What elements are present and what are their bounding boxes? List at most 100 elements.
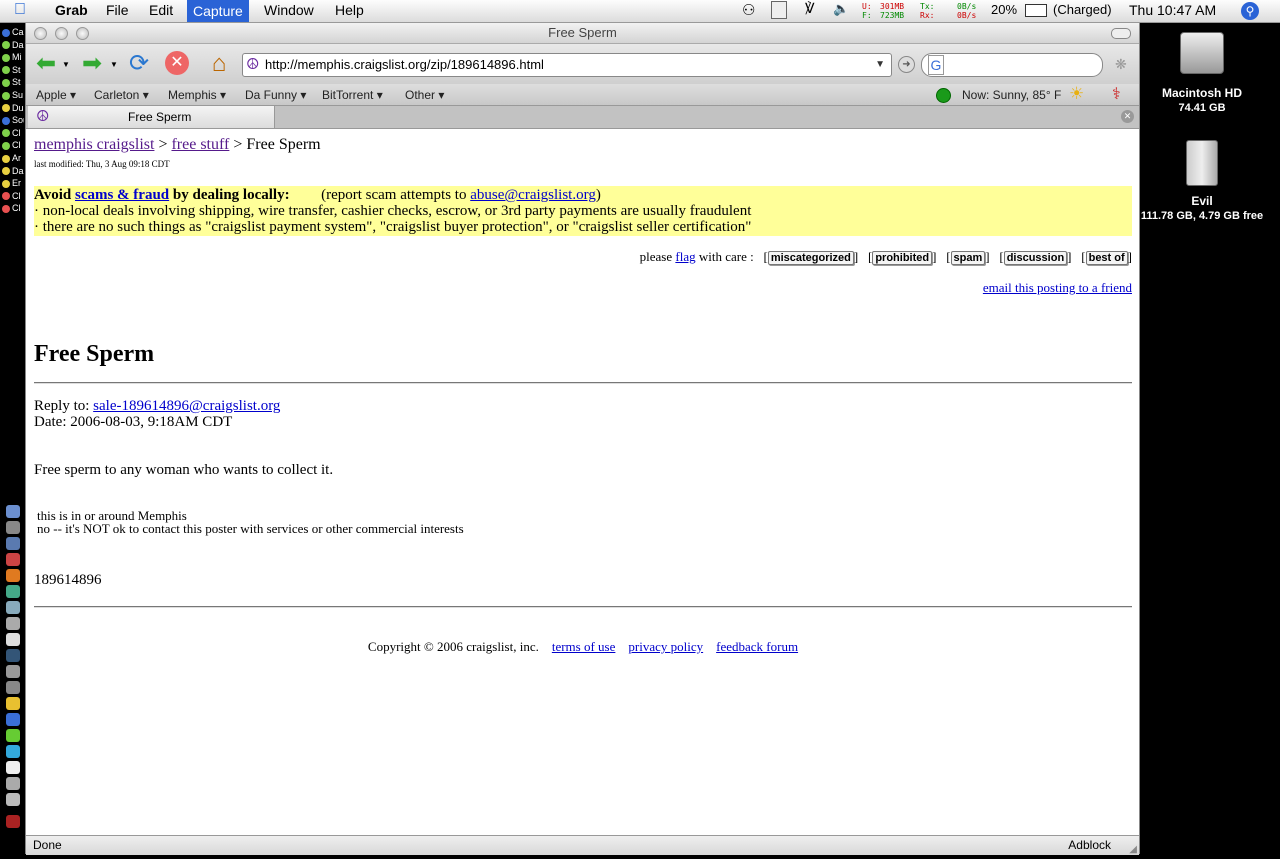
scams-fraud-link[interactable]: scams & fraud: [75, 187, 169, 203]
left-strip-item[interactable]: Su: [2, 90, 24, 102]
back-button[interactable]: ⬅: [32, 51, 60, 77]
dock-app-icon[interactable]: [6, 633, 20, 646]
left-strip-item[interactable]: St: [2, 77, 24, 89]
battery-icon[interactable]: [1025, 4, 1047, 17]
status-dot-icon: [2, 129, 10, 138]
left-strip-item[interactable]: Du: [2, 103, 24, 115]
menu-capture[interactable]: Capture: [187, 0, 249, 22]
wifi-icon[interactable]: ℣: [805, 0, 815, 17]
email-friend-link[interactable]: email this posting to a friend: [983, 280, 1132, 295]
extension-icon[interactable]: ⚕: [1112, 84, 1121, 104]
left-strip-item[interactable]: Cl: [2, 140, 24, 152]
window-title: Free Sperm: [548, 25, 617, 40]
tab-free-sperm[interactable]: ☮ Free Sperm: [28, 106, 275, 128]
left-strip-item[interactable]: Da: [2, 166, 24, 178]
left-strip-item[interactable]: Mi: [2, 52, 24, 64]
flag-best-of-button[interactable]: best of: [1085, 251, 1128, 265]
menu-window[interactable]: Window: [264, 2, 314, 18]
left-strip-item[interactable]: Cl: [2, 128, 24, 140]
dock-app-icon[interactable]: [6, 553, 20, 566]
menu-edit[interactable]: Edit: [149, 2, 173, 18]
search-engine-icon[interactable]: G: [928, 55, 944, 75]
dock-skype-icon[interactable]: [6, 745, 20, 758]
dock-app-icon[interactable]: [6, 713, 20, 726]
bookmark-folder-memphis[interactable]: Memphis ▾: [168, 88, 226, 102]
dock-app-icon[interactable]: [6, 815, 20, 828]
bookmark-folder-da-funny[interactable]: Da Funny ▾: [245, 88, 306, 102]
dock-app-icon[interactable]: [6, 777, 20, 790]
bookmark-folder-apple[interactable]: Apple ▾: [36, 88, 76, 102]
volume-icon[interactable]: 🔈: [833, 1, 849, 17]
dock-app-icon[interactable]: [6, 665, 20, 678]
close-tab-icon[interactable]: ✕: [1121, 110, 1134, 123]
flag-link[interactable]: flag: [675, 249, 695, 264]
minimize-window-button[interactable]: [55, 27, 68, 40]
status-green-icon[interactable]: [936, 88, 951, 103]
disk-icon[interactable]: [771, 1, 787, 19]
breadcrumb-home-link[interactable]: memphis craigslist: [34, 136, 154, 153]
dock-ical-icon[interactable]: [6, 761, 20, 774]
stop-button[interactable]: ✕: [165, 51, 189, 75]
left-strip-item[interactable]: Sou: [2, 115, 24, 127]
clock[interactable]: Thu 10:47 AM: [1129, 2, 1216, 18]
desktop-drive-macintosh-hd[interactable]: Macintosh HD 74.41 GB: [1150, 32, 1254, 114]
left-strip-item[interactable]: St: [2, 65, 24, 77]
spotlight-icon[interactable]: ⚲: [1241, 2, 1259, 20]
flag-miscategorized-button[interactable]: miscategorized: [767, 251, 854, 265]
privacy-policy-link[interactable]: privacy policy: [628, 639, 703, 654]
forward-button[interactable]: ➡: [78, 51, 106, 77]
bookmark-folder-bittorrent[interactable]: BitTorrent ▾: [322, 88, 383, 102]
reply-email-link[interactable]: sale-189614896@craigslist.org: [93, 398, 280, 414]
dock-app-icon[interactable]: [6, 681, 20, 694]
bookmark-folder-carleton[interactable]: Carleton ▾: [94, 88, 149, 102]
feedback-forum-link[interactable]: feedback forum: [716, 639, 798, 654]
app-menu-grab[interactable]: Grab: [55, 2, 88, 18]
url-text[interactable]: http://memphis.craigslist.org/zip/189614…: [265, 54, 544, 76]
forward-history-icon[interactable]: ▼: [110, 60, 118, 69]
toolbar-toggle-button[interactable]: [1111, 28, 1131, 39]
breadcrumb-category-link[interactable]: free stuff: [171, 136, 229, 153]
left-strip-item[interactable]: Da: [2, 40, 24, 52]
go-button[interactable]: ➜: [898, 56, 915, 73]
dock-app-icon[interactable]: [6, 793, 20, 806]
desktop-drive-evil[interactable]: Evil 111.78 GB, 4.79 GB free: [1140, 140, 1264, 222]
flag-discussion-button[interactable]: discussion: [1003, 251, 1068, 265]
left-strip-item-label: Cl: [12, 140, 21, 151]
home-button[interactable]: ⌂: [205, 51, 233, 77]
left-strip-item[interactable]: Ar: [2, 153, 24, 165]
dock-app-icon[interactable]: [6, 537, 20, 550]
dock-app-icon[interactable]: [6, 521, 20, 534]
reload-button[interactable]: ⟳: [125, 51, 153, 77]
dock-app-icon[interactable]: [6, 617, 20, 630]
back-history-icon[interactable]: ▼: [62, 60, 70, 69]
url-bar[interactable]: ☮ http://memphis.craigslist.org/zip/1896…: [242, 53, 892, 77]
left-strip-item[interactable]: Cl: [2, 203, 24, 215]
dock-app-icon[interactable]: [6, 729, 20, 742]
menu-file[interactable]: File: [106, 2, 129, 18]
flag-prohibited-button[interactable]: prohibited: [872, 251, 933, 265]
resize-grip-icon[interactable]: ◢: [1129, 840, 1137, 859]
apple-menu-icon[interactable]: : [14, 1, 26, 19]
dock-firefox-icon[interactable]: [6, 569, 20, 582]
left-strip-item[interactable]: Er: [2, 178, 24, 190]
dock-app-icon[interactable]: [6, 697, 20, 710]
dock-finder-icon[interactable]: [6, 505, 20, 518]
dock-app-icon[interactable]: [6, 649, 20, 662]
bookmark-folder-other[interactable]: Other ▾: [405, 88, 444, 102]
terms-of-use-link[interactable]: terms of use: [552, 639, 616, 654]
dock-app-icon[interactable]: [6, 601, 20, 614]
weather-text[interactable]: Now: Sunny, 85° F: [962, 88, 1061, 102]
window-titlebar[interactable]: Free Sperm: [26, 23, 1139, 44]
zoom-window-button[interactable]: [76, 27, 89, 40]
abuse-email-link[interactable]: abuse@craigslist.org: [470, 187, 596, 203]
adblock-button[interactable]: Adblock: [1068, 836, 1111, 855]
url-history-dropdown-icon[interactable]: ▼: [875, 54, 885, 76]
close-window-button[interactable]: [34, 27, 47, 40]
menu-help[interactable]: Help: [335, 2, 364, 18]
left-strip-item[interactable]: Cl: [2, 191, 24, 203]
dock-app-icon[interactable]: [6, 585, 20, 598]
user-icon[interactable]: ⚇: [742, 1, 755, 19]
search-box[interactable]: G: [921, 53, 1103, 77]
flag-spam-button[interactable]: spam: [950, 251, 986, 265]
left-strip-item[interactable]: Car: [2, 27, 24, 39]
